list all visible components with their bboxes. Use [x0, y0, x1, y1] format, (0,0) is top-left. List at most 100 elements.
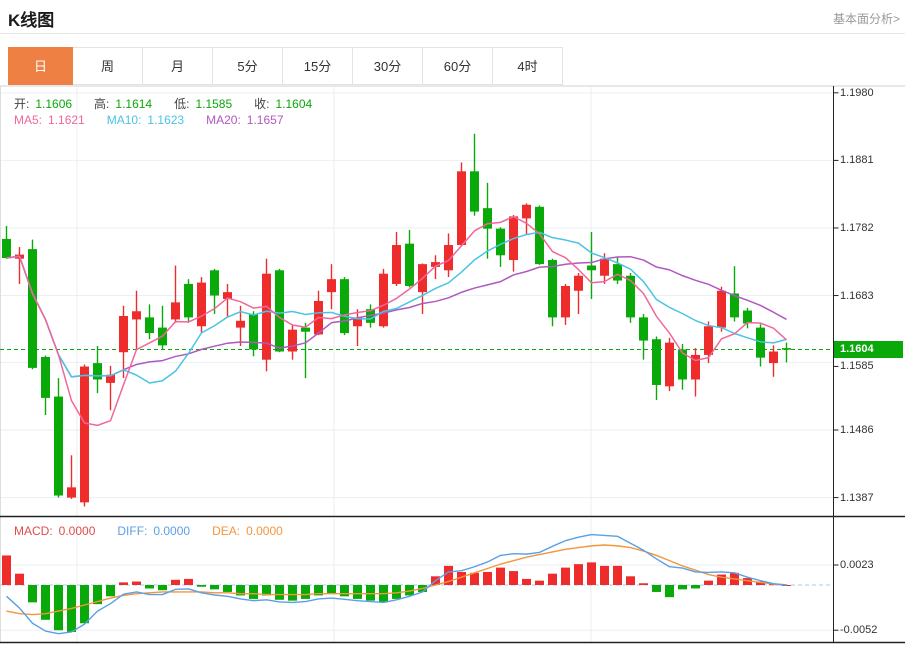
legend-label: MA5: — [14, 113, 42, 127]
candle-body — [405, 244, 414, 286]
macd-bar — [704, 581, 713, 585]
macd-bar — [600, 566, 609, 585]
legend-label: MA10: — [107, 113, 142, 127]
macd-bar — [249, 585, 258, 599]
candle-body — [626, 276, 635, 318]
candle-body — [288, 330, 297, 352]
legend-item: MA10:1.1623 — [107, 113, 190, 127]
candle-body — [249, 314, 258, 349]
macd-bar — [665, 585, 674, 597]
axis-tick-label: 1.1486 — [840, 424, 874, 436]
candle-body — [652, 339, 661, 385]
candle-body — [548, 260, 557, 317]
legend-label: DIFF: — [117, 524, 147, 538]
axis-tick-label: 1.1782 — [840, 222, 874, 234]
candle-body — [2, 239, 11, 258]
legend-label: 收: — [254, 97, 269, 111]
macd-bar — [353, 585, 362, 599]
candle-body — [379, 274, 388, 327]
macd-bar — [15, 574, 24, 585]
macd-bar — [535, 581, 544, 585]
macd-bar — [171, 580, 180, 585]
candle-body — [522, 205, 531, 219]
candle-body — [769, 352, 778, 364]
legend-item: 收: 1.1604 — [254, 97, 318, 111]
macd-bar — [613, 566, 622, 585]
macd-bar — [145, 585, 154, 588]
macd-bar — [587, 562, 596, 585]
axis-tick-label: 1.1881 — [840, 154, 874, 166]
legend-value: 1.1621 — [48, 113, 85, 127]
candle-body — [496, 229, 505, 256]
legend-value: 0.0000 — [246, 524, 283, 538]
macd-bar — [288, 585, 297, 601]
legend-label: 高: — [94, 97, 109, 111]
macd-bar — [626, 576, 635, 585]
candle-body — [262, 274, 271, 360]
axis-tick-label: 1.1387 — [840, 492, 874, 504]
candle-body — [54, 397, 63, 496]
legend-label: DEA: — [212, 524, 240, 538]
macd-bar — [340, 585, 349, 596]
candle-body — [743, 311, 752, 324]
macd-bar — [158, 585, 167, 590]
macd-bar — [275, 585, 284, 600]
candle-body — [184, 284, 193, 317]
candle-body — [704, 326, 713, 355]
macd-bar — [210, 585, 219, 589]
candle-body — [665, 343, 674, 387]
macd-bar — [2, 555, 11, 585]
candle-body — [327, 279, 336, 292]
candle-body — [119, 316, 128, 352]
candle-body — [613, 264, 622, 280]
macd-bar — [522, 579, 531, 585]
legend-item: 低:1.1585 — [174, 97, 238, 111]
macd-bar — [548, 574, 557, 585]
macd-bar — [132, 582, 141, 585]
macd-bar — [652, 585, 661, 592]
candle-body — [301, 328, 310, 332]
macd-bar — [574, 564, 583, 585]
legend-value: 1.1606 — [35, 97, 72, 111]
candle-body — [132, 311, 141, 319]
candle-body — [93, 363, 102, 379]
macd-bar — [691, 585, 700, 588]
candle-body — [535, 207, 544, 264]
candle-body — [782, 348, 791, 350]
macd-bar — [223, 585, 232, 592]
axis-tick-label: 0.0023 — [840, 559, 874, 571]
candle-body — [639, 317, 648, 340]
legend-value: 0.0000 — [59, 524, 96, 538]
candle-body — [145, 317, 154, 333]
legend-value: 1.1604 — [275, 97, 312, 111]
candle-body — [197, 283, 206, 327]
macd-bar — [28, 585, 37, 602]
legend-label: 低: — [174, 97, 189, 111]
macd-bar — [327, 585, 336, 594]
legend-item: DEA: 0.0000 — [212, 524, 289, 538]
kline-page: K线图 基本面分析> 日周月5分15分30分60分4时 开:1.1606高:1.… — [0, 0, 905, 646]
candle-body — [392, 245, 401, 284]
candle-body — [340, 279, 349, 333]
legend-value: 1.1657 — [247, 113, 284, 127]
legend-label: 开: — [14, 97, 29, 111]
legend-label: MACD: — [14, 524, 53, 538]
legend-label: MA20: — [206, 113, 241, 127]
macd-bar — [483, 572, 492, 585]
macd-bar — [678, 585, 687, 589]
macd-bar — [197, 585, 206, 587]
legend-value: 0.0000 — [153, 524, 190, 538]
axis-tick-label: -0.0052 — [840, 624, 877, 636]
candle-body — [275, 270, 284, 351]
candle-body — [171, 302, 180, 319]
legend-item: 高:1.1614 — [94, 97, 158, 111]
candle-body — [717, 291, 726, 328]
macd-bar — [509, 571, 518, 585]
ma-legend: MA5: 1.1621 MA10:1.1623 MA20: 1.1657 — [14, 113, 306, 127]
macd-bar — [119, 582, 128, 585]
candle-body — [28, 249, 37, 368]
candle-body — [574, 276, 583, 291]
legend-item: MA20: 1.1657 — [206, 113, 289, 127]
macd-bar — [470, 573, 479, 585]
macd-bar — [561, 568, 570, 585]
